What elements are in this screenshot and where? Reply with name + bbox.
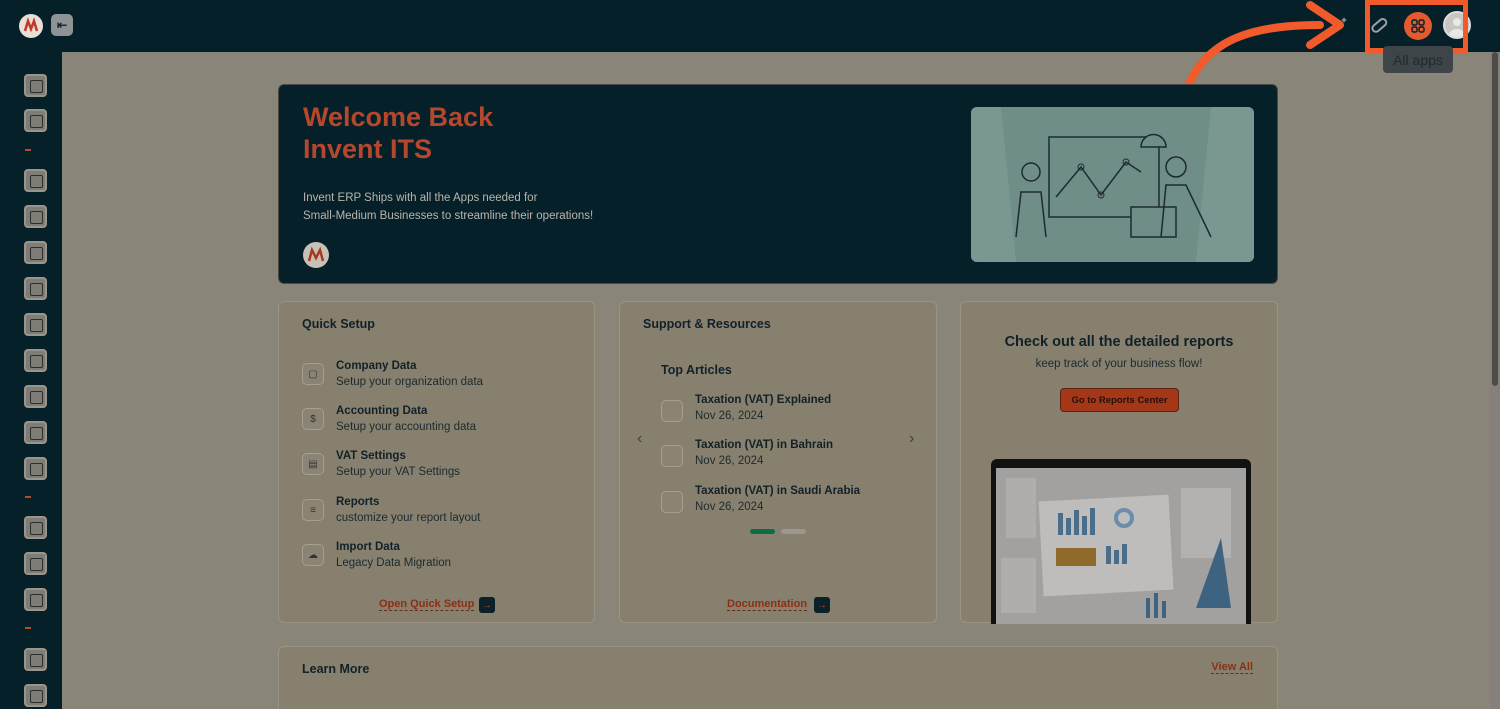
- article-item[interactable]: Taxation (VAT) in Bahrain Nov 26, 2024: [661, 439, 901, 475]
- presentation-illustration-icon: [971, 107, 1254, 262]
- tax-document-icon: ▤: [302, 453, 324, 475]
- sidebar-icon-14[interactable]: [24, 588, 47, 611]
- quick-setup-item[interactable]: $ Accounting Data Setup your accounting …: [302, 405, 582, 441]
- arrow-right-icon[interactable]: →: [814, 597, 830, 613]
- article-item[interactable]: Taxation (VAT) Explained Nov 26, 2024: [661, 394, 901, 430]
- learn-more-title: Learn More: [302, 662, 370, 676]
- welcome-text-line-1: Invent ERP Ships with all the Apps neede…: [303, 192, 538, 204]
- sidebar-separator: [25, 496, 31, 498]
- quick-setup-title: Quick Setup: [302, 317, 375, 331]
- reports-title: Check out all the detailed reports: [1004, 334, 1234, 350]
- article-date: Nov 26, 2024: [695, 455, 764, 467]
- learn-more-section: Learn More View All: [278, 646, 1278, 709]
- quick-setup-item-desc: Setup your accounting data: [336, 421, 477, 433]
- welcome-line-1: Welcome Back: [303, 102, 494, 132]
- sidebar-icon-11[interactable]: [24, 457, 47, 480]
- company-icon: ▢: [302, 363, 324, 385]
- charts-collage-icon: [996, 468, 1246, 624]
- sidebar-icon-3[interactable]: [24, 169, 47, 192]
- article-title: Taxation (VAT) in Bahrain: [695, 439, 834, 451]
- documentation-link[interactable]: Documentation: [727, 598, 808, 611]
- quick-setup-item-desc: Setup your organization data: [336, 376, 484, 388]
- open-quick-setup-link[interactable]: Open Quick Setup: [379, 598, 475, 611]
- reports-card: Check out all the detailed reports keep …: [960, 301, 1278, 624]
- quick-setup-item-desc: customize your report layout: [336, 512, 481, 524]
- quick-setup-item-name: Company Data: [336, 360, 417, 372]
- laptop-illustration: [991, 459, 1251, 624]
- arrow-right-icon[interactable]: →: [479, 597, 495, 613]
- sidebar-icon-2[interactable]: [24, 109, 47, 132]
- sidebar-icon-4[interactable]: [24, 205, 47, 228]
- sidebar-icon-6[interactable]: [24, 277, 47, 300]
- chevron-left-icon[interactable]: ‹: [637, 430, 642, 448]
- support-resources-card: Support & Resources Top Articles ‹ › Tax…: [619, 301, 937, 623]
- book-icon: [661, 400, 683, 422]
- sidebar-icon-5[interactable]: [24, 241, 47, 264]
- quick-setup-card: Quick Setup ▢ Company Data Setup your or…: [278, 301, 595, 623]
- quick-setup-item-name: VAT Settings: [336, 450, 406, 462]
- sidebar-icon-16[interactable]: [24, 684, 47, 707]
- dollar-icon: $: [302, 408, 324, 430]
- view-all-link[interactable]: View All: [1211, 661, 1253, 674]
- quick-setup-item-name: Reports: [336, 496, 380, 508]
- cloud-icon: ☁: [302, 544, 324, 566]
- sidebar-separator: [25, 627, 31, 629]
- reports-subtitle: keep track of your business flow!: [1035, 358, 1203, 370]
- sidebar: [0, 52, 62, 709]
- welcome-line-2: Invent ITS: [303, 134, 433, 164]
- quick-setup-item-desc: Setup your VAT Settings: [336, 466, 461, 478]
- sidebar-icon-10[interactable]: [24, 421, 47, 444]
- quick-setup-item-name: Import Data: [336, 541, 400, 553]
- welcome-banner: Welcome Back Invent ITS Invent ERP Ships…: [278, 84, 1278, 284]
- article-title: Taxation (VAT) Explained: [695, 394, 832, 406]
- sidebar-separator: [25, 149, 31, 151]
- all-apps-tooltip: All apps: [1383, 46, 1453, 73]
- company-logo[interactable]: [19, 14, 43, 38]
- welcome-text-line-2: Small-Medium Businesses to streamline th…: [303, 210, 594, 222]
- top-articles-heading: Top Articles: [661, 363, 732, 377]
- collapse-sidebar-icon: ⇤: [56, 18, 68, 32]
- logo-mark-icon: [307, 246, 325, 262]
- welcome-title: Welcome Back Invent ITS: [303, 101, 493, 165]
- quick-setup-item-desc: Legacy Data Migration: [336, 557, 452, 569]
- quick-setup-item[interactable]: ☁ Import Data Legacy Data Migration: [302, 541, 582, 577]
- go-to-reports-button[interactable]: Go to Reports Center: [1060, 388, 1179, 412]
- book-icon: [661, 491, 683, 513]
- carousel-dot[interactable]: [781, 529, 806, 534]
- sidebar-icon-12[interactable]: [24, 516, 47, 539]
- collapse-sidebar-button[interactable]: ⇤: [51, 14, 73, 36]
- logo-mark-icon: [23, 17, 39, 33]
- book-icon: [661, 445, 683, 467]
- sidebar-icon-1[interactable]: [24, 74, 47, 97]
- sidebar-icon-13[interactable]: [24, 552, 47, 575]
- welcome-text: Invent ERP Ships with all the Apps neede…: [303, 189, 593, 225]
- sidebar-icon-8[interactable]: [24, 349, 47, 372]
- hero-illustration: [971, 107, 1254, 262]
- quick-setup-item[interactable]: ▢ Company Data Setup your organization d…: [302, 360, 582, 396]
- article-date: Nov 26, 2024: [695, 501, 764, 513]
- support-title: Support & Resources: [643, 317, 771, 331]
- sidebar-icon-9[interactable]: [24, 385, 47, 408]
- reports-preview-image: [996, 468, 1246, 624]
- sidebar-icon-7[interactable]: [24, 313, 47, 336]
- article-date: Nov 26, 2024: [695, 410, 764, 422]
- quick-setup-item-name: Accounting Data: [336, 405, 428, 417]
- article-title: Taxation (VAT) in Saudi Arabia: [695, 485, 861, 497]
- hero-logo: [303, 242, 329, 268]
- chevron-right-icon[interactable]: ›: [909, 430, 914, 448]
- article-item[interactable]: Taxation (VAT) in Saudi Arabia Nov 26, 2…: [661, 485, 901, 521]
- scrollbar[interactable]: [1490, 52, 1500, 709]
- report-icon: ≡: [302, 499, 324, 521]
- sidebar-icon-15[interactable]: [24, 648, 47, 671]
- carousel-dot-active[interactable]: [750, 529, 775, 534]
- scroll-thumb[interactable]: [1492, 52, 1498, 386]
- quick-setup-item[interactable]: ≡ Reports customize your report layout: [302, 496, 582, 532]
- quick-setup-item[interactable]: ▤ VAT Settings Setup your VAT Settings: [302, 450, 582, 486]
